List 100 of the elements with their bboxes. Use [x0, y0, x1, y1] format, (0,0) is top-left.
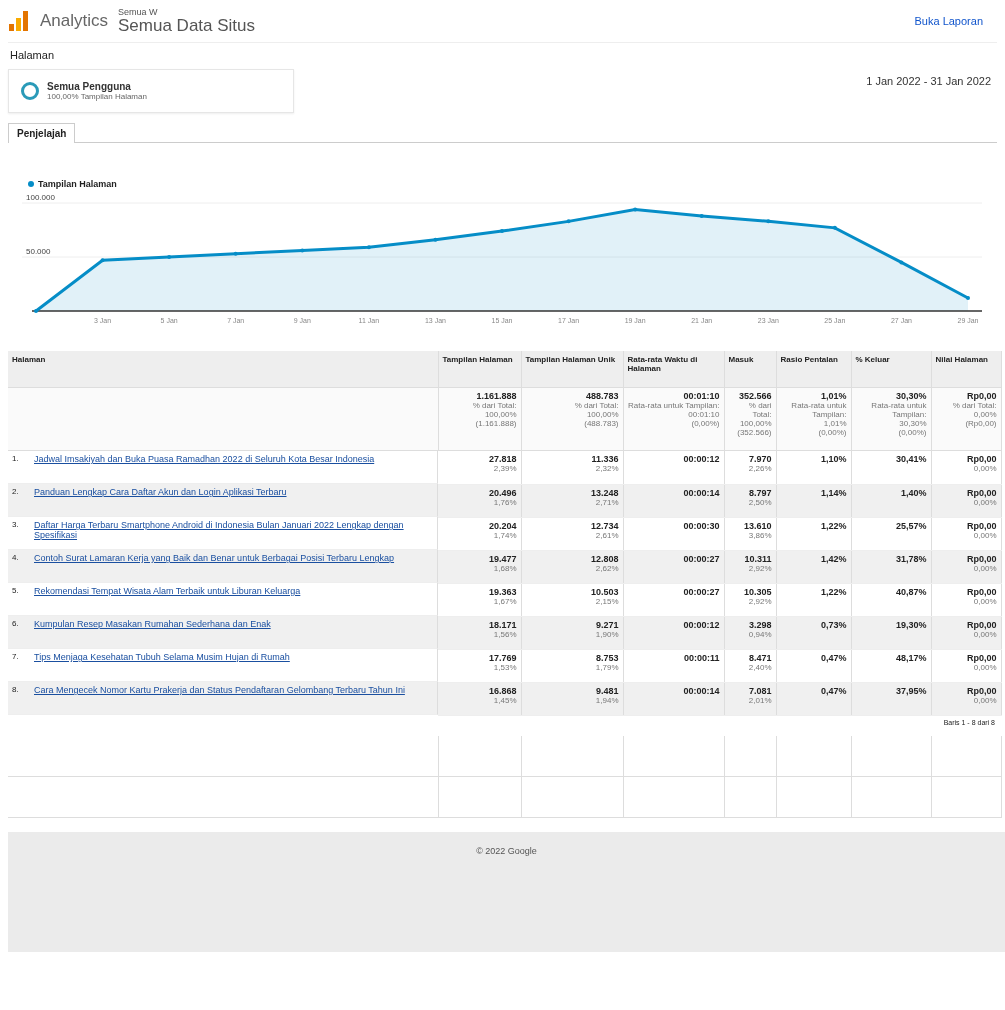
- segment-ring-icon: [21, 82, 39, 100]
- data-point: [233, 251, 238, 256]
- page-link[interactable]: Rekomendasi Tempat Wisata Alam Terbaik untuk Liburan Keluarga: [34, 586, 301, 612]
- cell-percent: 2,26%: [747, 464, 772, 473]
- cell-percent: 1,67%: [492, 596, 517, 606]
- total-note: (352.566): [736, 428, 772, 437]
- column-header[interactable]: Tampilan Halaman: [438, 351, 521, 388]
- data-point: [966, 296, 970, 301]
- total-value: Rp0,00: [966, 391, 997, 401]
- table-cell-text: 19,30%: [894, 619, 927, 630]
- table-cell-text: 0,47%: [819, 652, 847, 663]
- table-cell-text: 37,95%: [894, 685, 927, 696]
- table-cell-text: 9.271: [594, 619, 619, 630]
- cell-percent: 0,00%: [973, 695, 997, 705]
- table-cell-text: 13.248: [589, 487, 619, 498]
- table-cell-text: 12.734: [589, 520, 619, 531]
- page-link[interactable]: Kumpulan Resep Masakan Rumahan Sederhana dan Enak: [34, 619, 271, 645]
- table-cell-text: 7.081: [747, 685, 772, 696]
- report-link[interactable]: Buka Laporan: [914, 15, 983, 27]
- cell-percent: 0,00%: [973, 497, 997, 507]
- table-cell-text: 3.298: [747, 619, 772, 630]
- total-note: 00:01:10: [687, 410, 720, 419]
- cell-percent: 2,15%: [594, 596, 619, 606]
- cell-percent: 2,71%: [594, 497, 619, 507]
- table-cell-text: 0,47%: [819, 685, 847, 696]
- table-cell-text: Rp0,00: [966, 619, 997, 630]
- cell-percent: 2,40%: [747, 662, 772, 672]
- total-note: (1.161.888): [474, 419, 517, 428]
- total-note: (0,00%): [690, 419, 720, 428]
- cell-percent: 1,90%: [594, 629, 619, 639]
- total-note: % dari Total:: [951, 401, 997, 410]
- total-note: Rata-rata untuk Tampilan:: [790, 401, 847, 419]
- data-point: [167, 255, 172, 259]
- row-number: 5.: [12, 586, 20, 597]
- y-tick-label: 50.000: [26, 247, 51, 256]
- cell-percent: 0,00%: [973, 662, 997, 672]
- table-cell-text: 20.204: [487, 520, 517, 531]
- page-link[interactable]: Panduan Lengkap Cara Daftar Akun dan Login Aplikasi Terbaru: [34, 487, 287, 513]
- data-point: [366, 245, 371, 250]
- page-link[interactable]: Cara Mengecek Nomor Kartu Prakerja dan Status Pendaftaran Gelombang Terbaru Tahun Ini: [34, 685, 405, 711]
- cell-percent: 1,74%: [492, 530, 517, 540]
- table-cell-text: 8.471: [747, 652, 772, 663]
- segment-card[interactable]: Semua Pengguna 100,00% Tampilan Halaman: [8, 69, 294, 113]
- total-value: 00:01:10: [682, 391, 720, 401]
- data-point: [433, 237, 438, 242]
- page-link[interactable]: Tips Menjaga Kesehatan Tubuh Selama Musim Hujan di Rumah: [34, 652, 290, 678]
- cell-percent: 2,92%: [747, 596, 772, 606]
- table-cell-text: 1,10%: [819, 454, 847, 464]
- cell-percent: 2,01%: [747, 695, 772, 705]
- total-value: 1.161.888: [475, 391, 517, 401]
- table-cell-text: 00:00:12: [682, 454, 720, 464]
- page-link[interactable]: Daftar Harga Terbaru Smartphone Android di Indonesia Bulan Januari 2022 Lengkap dengan Spesifikasi: [34, 520, 433, 546]
- total-note: % dari Total:: [573, 401, 619, 410]
- page-link[interactable]: Jadwal Imsakiyah dan Buka Puasa Ramadhan 2022 di Seluruh Kota Besar Indonesia: [34, 454, 375, 480]
- cell-percent: 2,32%: [594, 464, 619, 473]
- table-cell-text: Rp0,00: [966, 487, 997, 498]
- total-note: (0,00%): [817, 428, 847, 437]
- row-number: 7.: [12, 652, 20, 663]
- cell-percent: 2,62%: [594, 563, 619, 573]
- column-header[interactable]: Masuk: [724, 351, 776, 388]
- cell-percent: 1,45%: [492, 695, 517, 705]
- page-link[interactable]: Contoh Surat Lamaran Kerja yang Baik dan Benar untuk Berbagai Posisi Terbaru Lengkap: [34, 553, 395, 579]
- total-note: 30,30%: [898, 419, 927, 428]
- table-cell-text: 19.477: [487, 553, 517, 564]
- table-cell-text: 27.818: [487, 454, 517, 464]
- tab[interactable]: Penjelajah: [8, 123, 76, 143]
- row-number: 8.: [12, 685, 20, 696]
- table-cell-text: Rp0,00: [966, 652, 997, 663]
- date-range: 1 Jan 2022 - 31 Jan 2022: [866, 75, 991, 87]
- column-header[interactable]: Rata-rata Waktu di Halaman: [623, 351, 724, 388]
- column-header[interactable]: Tampilan Halaman Unik: [521, 351, 623, 388]
- table-cell-text: 00:00:27: [682, 553, 720, 564]
- total-note: Rata-rata untuk Tampilan:: [870, 401, 927, 419]
- data-point: [832, 225, 837, 230]
- table-cell-text: 31,78%: [894, 553, 927, 564]
- table-cell-text: 11.336: [590, 454, 619, 464]
- total-note: % dari Total:: [471, 401, 517, 410]
- y-tick-label: 100.000: [26, 193, 55, 202]
- cell-percent: 0,00%: [973, 530, 997, 540]
- total-note: Rata-rata untuk Tampilan:: [627, 401, 720, 410]
- table-cell-text: 00:00:14: [682, 685, 720, 696]
- table-cell-text: 1,42%: [819, 553, 847, 564]
- total-note: (0,00%): [897, 428, 927, 437]
- column-header[interactable]: Rasio Pentalan: [776, 351, 851, 388]
- cell-percent: 1,79%: [594, 662, 619, 672]
- total-value: 1,01%: [819, 391, 847, 401]
- data-point: [34, 309, 38, 313]
- column-header[interactable]: Halaman: [8, 351, 438, 388]
- table-cell-text: 00:00:11: [682, 652, 720, 663]
- table-cell-text: 00:00:14: [682, 487, 720, 498]
- row-number: 2.: [12, 487, 20, 498]
- table-cell-text: 1,22%: [819, 586, 847, 597]
- data-point: [300, 248, 305, 253]
- column-header[interactable]: Nilai Halaman: [931, 351, 1001, 388]
- cell-percent: 1,94%: [594, 695, 619, 705]
- table-cell-text: 1,14%: [819, 487, 847, 498]
- cell-percent: 0,94%: [747, 629, 772, 639]
- analytics-logo-icon: [8, 11, 30, 31]
- column-header[interactable]: % Keluar: [851, 351, 931, 388]
- row-number: 1.: [12, 454, 20, 465]
